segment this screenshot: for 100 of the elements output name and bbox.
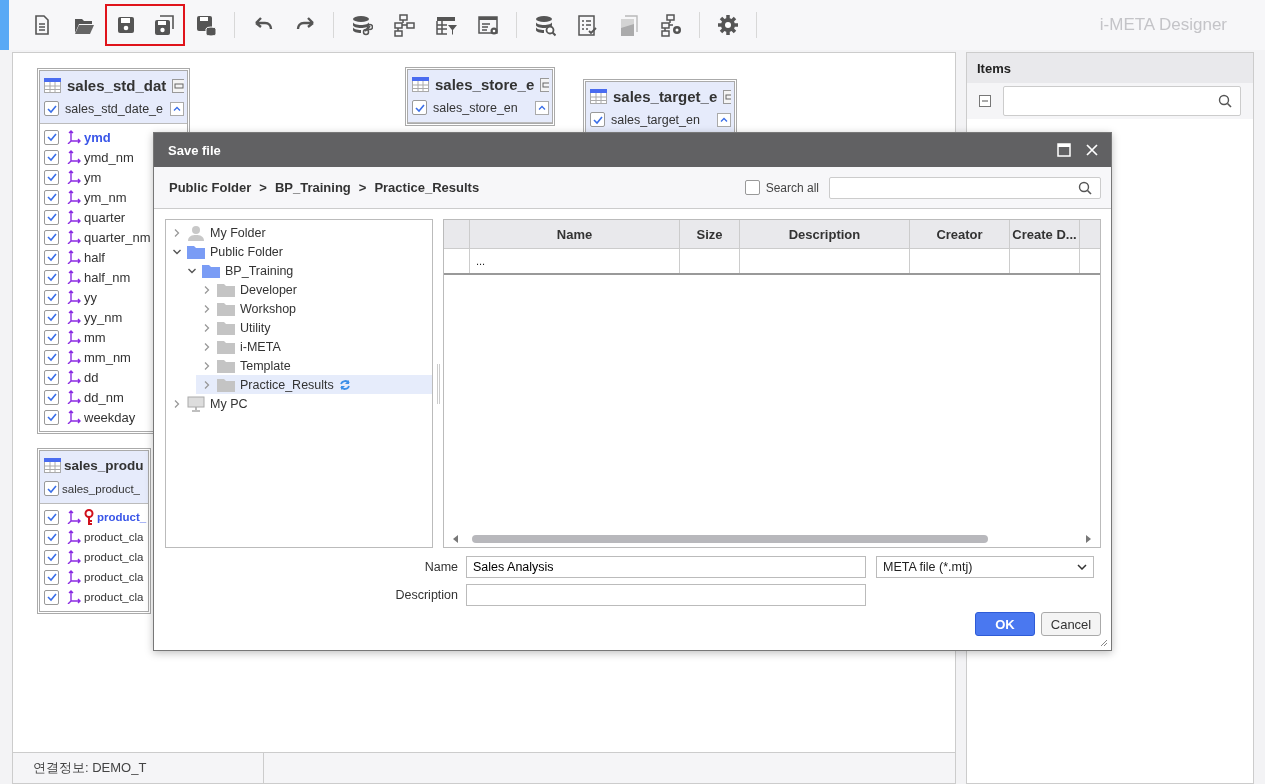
chevron-right-icon[interactable] [172, 398, 182, 409]
dimension-icon [67, 250, 81, 264]
column-header[interactable]: Size [680, 220, 740, 248]
checkbox[interactable] [412, 100, 427, 115]
folder-icon [217, 358, 235, 373]
collapse-icon[interactable] [717, 112, 731, 127]
column-name: half_nm [84, 269, 131, 285]
checkbox[interactable] [44, 509, 59, 525]
chevron-right-icon[interactable] [172, 227, 182, 238]
checkbox[interactable] [44, 101, 59, 116]
checkbox[interactable] [44, 309, 59, 325]
column-name: half [84, 249, 105, 265]
table-card[interactable]: sales_store_e sales_store_en [405, 67, 555, 126]
dimension-icon [67, 370, 81, 384]
breadcrumb-item[interactable]: BP_Training [274, 180, 351, 195]
table-name: sales_product_ [62, 482, 140, 495]
chevron-right-icon[interactable] [202, 322, 212, 333]
checkbox[interactable] [44, 149, 59, 165]
dimension-icon [67, 190, 81, 204]
search-field[interactable] [829, 176, 1101, 199]
checkbox[interactable] [44, 549, 59, 565]
scroll-right-icon[interactable] [1084, 535, 1092, 543]
chevron-right-icon[interactable] [202, 284, 212, 295]
card-menu-icon[interactable] [172, 78, 184, 93]
dimension-icon [67, 170, 81, 184]
chevron-right-icon[interactable] [202, 303, 212, 314]
table-icon [44, 78, 61, 93]
checkbox[interactable] [44, 229, 59, 245]
chevron-right-icon[interactable] [202, 341, 212, 352]
cancel-button[interactable]: Cancel [1041, 612, 1101, 636]
checkbox[interactable] [590, 112, 605, 127]
file-type-dropdown[interactable]: META file (*.mtj) [876, 556, 1094, 578]
table-name: sales_std_date_e [65, 101, 163, 116]
computer-icon [187, 395, 205, 412]
collapse-icon[interactable] [170, 101, 184, 116]
column-name: dd [84, 369, 99, 385]
checkbox[interactable] [44, 129, 59, 145]
column-name: quarter [84, 209, 126, 225]
folder-icon [217, 339, 235, 354]
save-as-icon [153, 13, 175, 37]
column-header[interactable]: Create D... [1010, 220, 1080, 248]
name-field[interactable]: Sales Analysis [466, 556, 866, 578]
column-header[interactable]: Description [740, 220, 910, 248]
table-name: sales_target_en [611, 112, 700, 127]
checkbox[interactable] [44, 189, 59, 205]
column-header[interactable]: Creator [910, 220, 1010, 248]
column-name: mm_nm [84, 349, 131, 365]
close-icon[interactable] [1085, 143, 1099, 157]
tree-label: Practice_Results [240, 377, 334, 392]
search-icon[interactable] [1078, 180, 1092, 195]
checkbox[interactable] [44, 289, 59, 305]
accent-bar [0, 0, 9, 50]
checkbox[interactable] [44, 269, 59, 285]
checkbox[interactable] [44, 409, 59, 425]
description-label: Description [394, 588, 458, 602]
dimension-icon [67, 330, 81, 344]
dimension-icon [67, 290, 81, 304]
collapse-icon[interactable] [535, 100, 549, 115]
checkbox[interactable] [44, 481, 59, 496]
checkbox[interactable] [44, 249, 59, 265]
dropdown-caret-icon [1077, 564, 1087, 570]
dimension-icon [67, 530, 81, 544]
checkbox[interactable] [44, 329, 59, 345]
checkbox[interactable] [44, 529, 59, 545]
table-card[interactable]: sales_produ sales_product_ product_ product_cla product_cla product_cla product_cla [37, 448, 152, 614]
collapse-all-icon[interactable] [979, 95, 991, 107]
column-name: ymd_nm [84, 149, 134, 165]
document-icon [618, 13, 640, 37]
maximize-icon[interactable] [1057, 143, 1071, 157]
checkbox[interactable] [44, 389, 59, 405]
tree-label: My Folder [210, 225, 266, 240]
folder-icon [202, 263, 220, 278]
checkbox[interactable] [44, 589, 59, 605]
scroll-left-icon[interactable] [452, 535, 460, 543]
column-name: yy [84, 289, 97, 305]
column-name: product_cla [84, 551, 144, 563]
breadcrumb-item[interactable]: Practice_Results [374, 180, 480, 195]
ok-button[interactable]: OK [975, 612, 1035, 636]
breadcrumb-separator: > [259, 180, 267, 195]
description-field[interactable] [466, 584, 866, 606]
refresh-icon[interactable] [338, 378, 351, 391]
checkbox[interactable] [44, 169, 59, 185]
chevron-right-icon[interactable] [202, 360, 212, 371]
checkbox[interactable] [744, 180, 760, 195]
folder-icon [187, 244, 205, 259]
search-icon[interactable] [1218, 94, 1232, 108]
dimension-icon [67, 510, 81, 524]
table-title: sales_target_e [613, 88, 718, 105]
dimension-icon [67, 570, 81, 584]
checkbox[interactable] [44, 569, 59, 585]
checkbox[interactable] [44, 349, 59, 365]
search-field[interactable] [1003, 86, 1241, 116]
resize-grip-icon[interactable] [1100, 639, 1108, 647]
table-row[interactable]: ... [444, 249, 1100, 275]
window-gear-icon [477, 13, 499, 37]
checkbox[interactable] [44, 209, 59, 225]
tree-item[interactable]: Practice_Results [196, 375, 432, 394]
column-name: product_cla [84, 591, 144, 603]
column-header[interactable]: Name [470, 220, 680, 248]
checkbox[interactable] [44, 369, 59, 385]
